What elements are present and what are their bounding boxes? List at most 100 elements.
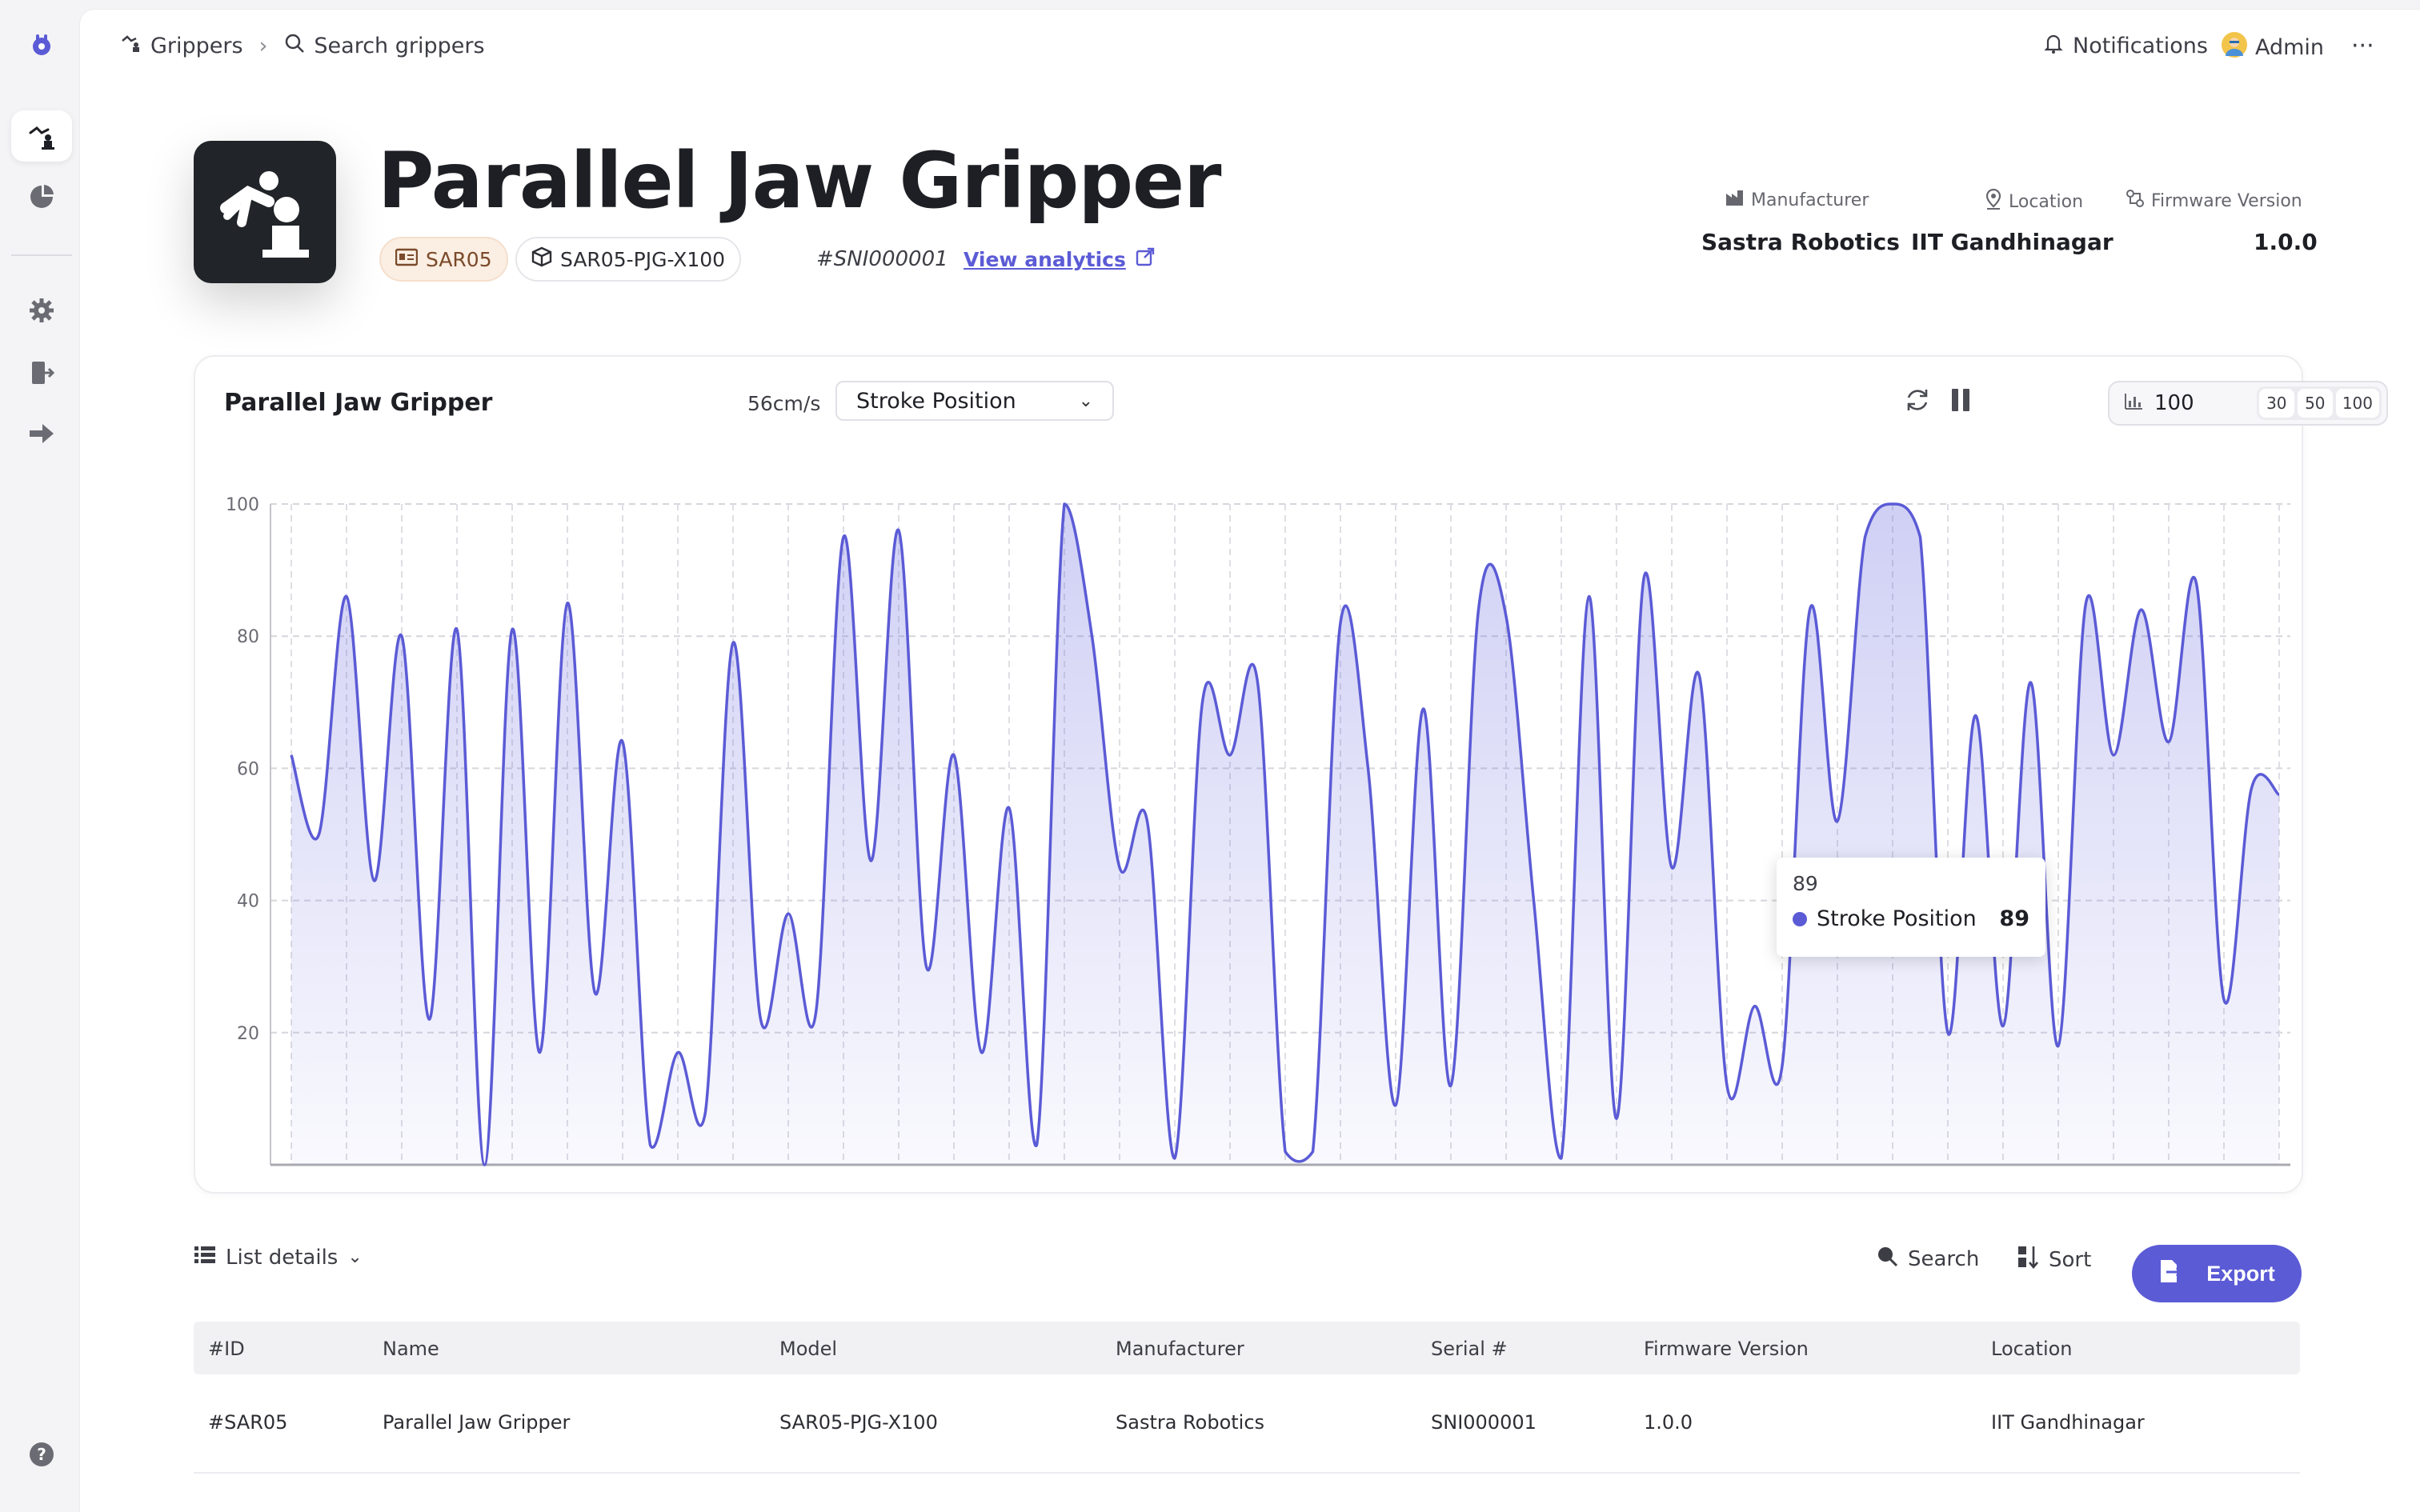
preset-50-button[interactable]: 50: [2297, 389, 2333, 418]
export-file-icon: [2158, 1258, 2183, 1290]
column-header[interactable]: Name: [383, 1338, 439, 1360]
data-point: [2222, 998, 2226, 1002]
gripper-hero-icon: [194, 141, 336, 283]
list-view-label: List details: [226, 1245, 339, 1270]
data-point: [952, 753, 956, 758]
data-point: [731, 640, 735, 645]
data-point: [1669, 865, 1674, 870]
column-header[interactable]: Model: [779, 1338, 837, 1360]
data-point: [2111, 753, 2116, 758]
data-point: [1256, 680, 1260, 685]
user-name: Admin: [2255, 35, 2325, 60]
data-point: [1145, 818, 1150, 823]
breadcrumb-grippers[interactable]: Grippers: [150, 34, 243, 58]
firmware-value: 1.0.0: [2254, 229, 2318, 255]
tooltip-row: Stroke Position 89: [1793, 906, 2029, 931]
data-point: [1808, 607, 1813, 612]
column-header[interactable]: Serial #: [1431, 1338, 1508, 1360]
data-point: [1835, 818, 1840, 823]
search-grippers-input[interactable]: Search grippers: [314, 34, 484, 58]
device-model: SAR05-PJG-X100: [560, 247, 726, 271]
column-header[interactable]: Manufacturer: [1116, 1338, 1244, 1360]
firmware-label: Firmware Version: [2126, 189, 2302, 213]
logo-icon[interactable]: [11, 19, 72, 70]
data-point: [1421, 706, 1426, 711]
data-point: [1890, 502, 1895, 506]
manufacturer-label: Manufacturer: [1725, 189, 1869, 211]
data-point: [786, 911, 791, 916]
list-view-dropdown[interactable]: List details ⌄: [194, 1245, 363, 1270]
data-point: [2029, 680, 2033, 685]
bell-icon: [2042, 32, 2065, 60]
robot-arm-icon[interactable]: [11, 110, 72, 162]
external-link-icon: [1136, 247, 1155, 271]
data-point: [344, 594, 349, 599]
data-point: [1918, 534, 1923, 539]
cell-serial: SNI000001: [1431, 1411, 1537, 1434]
list-search-button[interactable]: Search: [1876, 1245, 1979, 1273]
cell-location: IIT Gandhinagar: [1991, 1411, 2145, 1434]
sort-icon: [2017, 1245, 2039, 1274]
data-point: [759, 1017, 763, 1022]
column-header[interactable]: Firmware Version: [1644, 1338, 1809, 1360]
logout-door-icon[interactable]: [11, 347, 72, 398]
cube-icon: [531, 246, 552, 272]
data-point: [1007, 806, 1012, 810]
y-tick-label: 20: [237, 1024, 259, 1044]
stroke-position-chart[interactable]: 20 40 60 80 100: [195, 357, 2302, 1192]
tooltip-series: Stroke Position: [1817, 906, 1977, 931]
data-point: [593, 990, 598, 995]
data-point: [1476, 607, 1481, 612]
main-panel: Grippers › Search grippers Notifications…: [80, 10, 2420, 1512]
cell-id: #SAR05: [208, 1411, 288, 1434]
data-point: [1117, 865, 1122, 870]
view-analytics-link[interactable]: View analytics: [964, 237, 1155, 282]
y-tick-label: 80: [237, 627, 259, 647]
data-point: [1200, 700, 1205, 705]
data-point: [869, 858, 874, 863]
page-title: Parallel Jaw Gripper: [378, 136, 1221, 226]
data-point: [399, 634, 404, 638]
arrow-right-icon[interactable]: [11, 408, 72, 459]
column-header[interactable]: #ID: [208, 1338, 245, 1360]
series-dot: [1793, 911, 1807, 926]
cell-manufacturer: Sastra Robotics: [1116, 1411, 1265, 1434]
pie-chart-icon[interactable]: [11, 171, 72, 222]
tooltip-value: 89: [1999, 906, 2029, 931]
preset-100-button[interactable]: 100: [2335, 389, 2379, 418]
cell-name: Parallel Jaw Gripper: [383, 1411, 571, 1434]
data-point: [841, 534, 846, 539]
data-point: [1338, 621, 1343, 626]
data-point: [427, 1017, 432, 1022]
data-point: [980, 1050, 984, 1055]
data-point: [510, 627, 515, 632]
data-point: [2139, 607, 2144, 612]
location-label: Location: [1985, 188, 2083, 214]
data-point: [620, 739, 625, 744]
sidebar-divider: [11, 254, 72, 256]
table-row[interactable]: #SAR05 Parallel Jaw Gripper SAR05-PJG-X1…: [194, 1374, 2300, 1474]
help-icon[interactable]: ?: [11, 1429, 72, 1480]
data-point: [2166, 739, 2171, 744]
export-button[interactable]: Export: [2132, 1245, 2302, 1302]
data-point: [896, 528, 901, 533]
data-point: [1697, 674, 1702, 678]
more-options-button[interactable]: ···: [2351, 32, 2374, 60]
user-menu[interactable]: Admin: [2222, 32, 2324, 63]
list-sort-button[interactable]: Sort: [2017, 1245, 2091, 1274]
data-point: [675, 1050, 680, 1055]
notifications-label: Notifications: [2073, 34, 2208, 58]
y-tick-label: 40: [237, 892, 259, 912]
data-point: [1062, 502, 1067, 506]
location-value: IIT Gandhinagar: [1911, 229, 2113, 255]
data-point: [814, 1010, 819, 1015]
y-tick-label: 100: [226, 495, 259, 515]
data-point: [2250, 786, 2254, 790]
breadcrumb: Grippers › Search grippers: [120, 32, 485, 60]
cell-firmware: 1.0.0: [1644, 1411, 1693, 1434]
data-point: [1614, 1116, 1619, 1121]
gear-icon[interactable]: [11, 285, 72, 336]
notifications-button[interactable]: Notifications: [2042, 32, 2208, 60]
column-header[interactable]: Location: [1991, 1338, 2073, 1360]
chevron-right-icon: ›: [258, 34, 268, 58]
